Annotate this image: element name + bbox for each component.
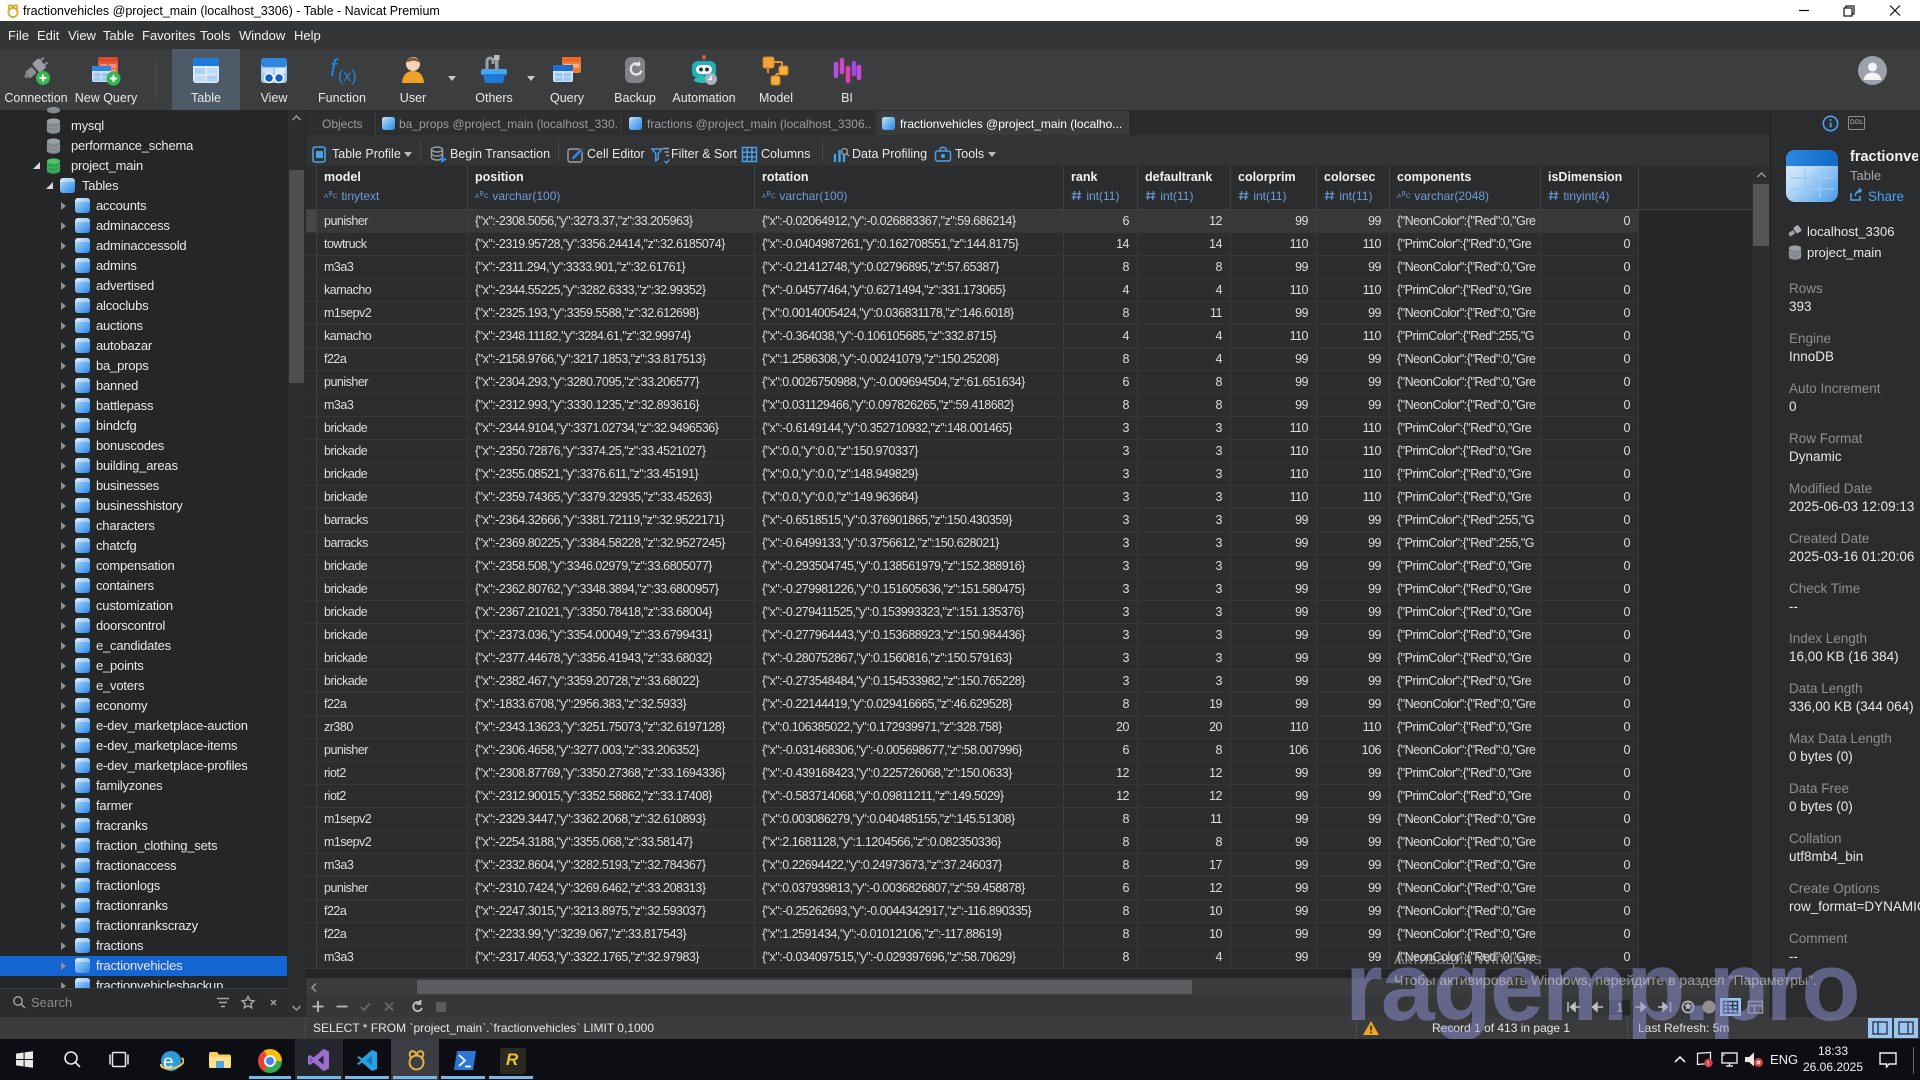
svg-text:C: C bbox=[1406, 193, 1411, 200]
svg-text:C: C bbox=[333, 193, 338, 200]
svg-text:(x): (x) bbox=[338, 68, 357, 85]
svg-text:C: C bbox=[771, 193, 776, 200]
svg-text:!: ! bbox=[1707, 1061, 1709, 1068]
svg-text:e: e bbox=[163, 1052, 174, 1073]
svg-text:C: C bbox=[484, 193, 489, 200]
